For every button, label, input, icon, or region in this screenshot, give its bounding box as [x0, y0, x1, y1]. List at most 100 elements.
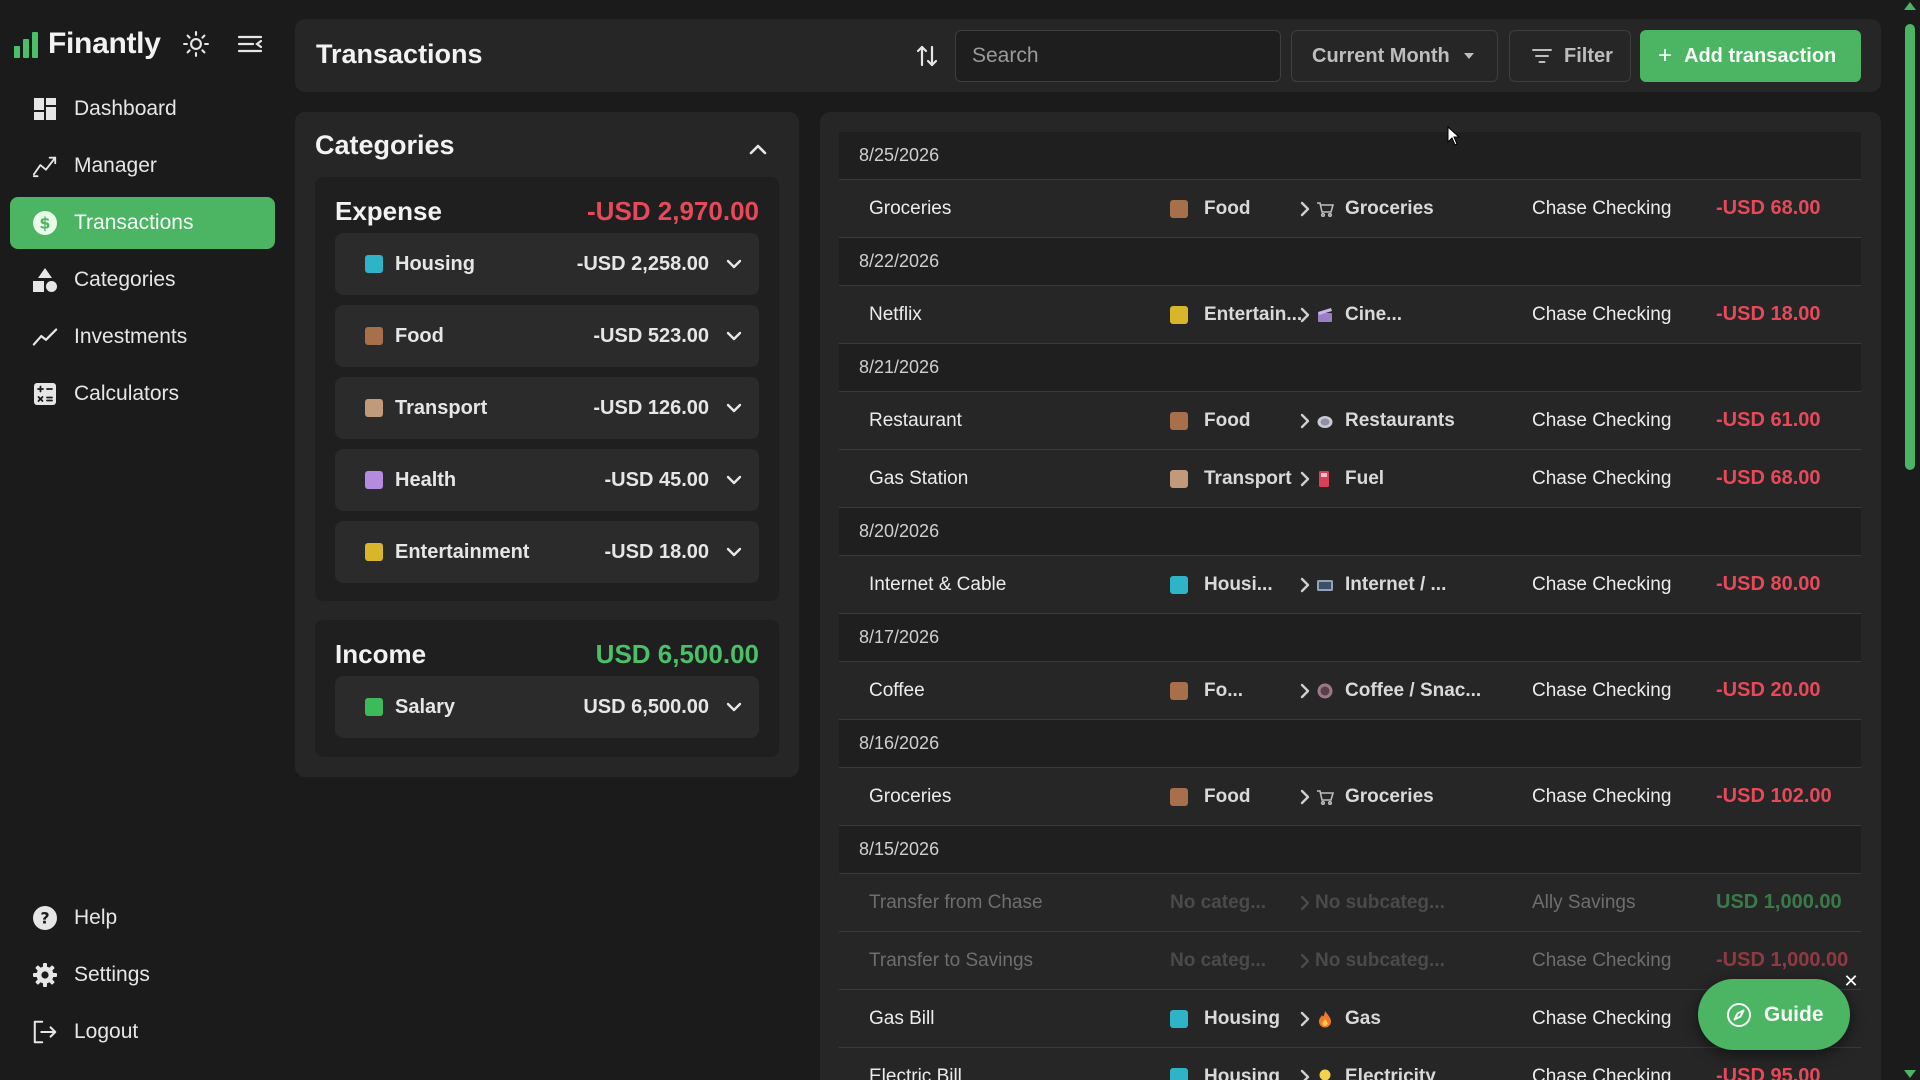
transaction-account: Ally Savings — [1532, 874, 1692, 931]
transaction-account: Chase Checking — [1532, 180, 1692, 237]
category-amount: -USD 18.00 — [604, 540, 710, 563]
brand[interactable]: Finantly — [14, 24, 161, 64]
nav-item-dashboard[interactable]: Dashboard — [10, 83, 275, 135]
nav-label: Transactions — [74, 211, 194, 234]
transaction-subcategory-text: Gas — [1345, 1007, 1381, 1029]
svg-text:?: ? — [40, 909, 49, 928]
transactions-panel: 8/25/2026 Groceries Food Groceries Chase… — [820, 112, 1881, 1080]
nav-item-manager[interactable]: Manager — [10, 140, 275, 192]
page-scrollbar[interactable] — [1900, 0, 1920, 1080]
chevron-down-icon[interactable] — [725, 399, 743, 417]
transaction-name: Gas Bill — [869, 990, 1139, 1047]
date-header: 8/20/2026 — [839, 508, 1861, 556]
transaction-subcategory-text: Fuel — [1345, 467, 1385, 489]
income-group: Income USD 6,500.00 Salary USD 6,500.00 — [315, 620, 779, 757]
filter-button[interactable]: Filter — [1509, 30, 1631, 82]
search-input[interactable] — [955, 30, 1281, 82]
transaction-subcategory-text: Cine... — [1345, 303, 1403, 325]
category-color-swatch — [1170, 199, 1188, 218]
transaction-name-text: Internet & Cable — [869, 573, 1007, 595]
category-row-salary[interactable]: Salary USD 6,500.00 — [335, 676, 759, 738]
nav-item-investments[interactable]: Investments — [10, 311, 275, 363]
nav-item-settings[interactable]: Settings — [10, 949, 275, 1001]
coffee-icon — [1315, 682, 1335, 700]
transaction-category-text: Housing — [1204, 1007, 1280, 1029]
page-header: Transactions Current Month Filter + Add … — [295, 19, 1881, 92]
nav-item-calculators[interactable]: Calculators — [10, 368, 275, 420]
cart-icon — [1315, 200, 1335, 218]
nav-item-transactions[interactable]: $ Transactions — [10, 197, 275, 249]
transaction-row[interactable]: Netflix Entertain... Cine... Chase Check… — [839, 286, 1861, 344]
category-row-food[interactable]: Food -USD 523.00 — [335, 305, 759, 367]
transaction-category-text: Transport — [1204, 467, 1292, 489]
nav-label: Help — [74, 906, 118, 929]
nav-item-categories[interactable]: Categories — [10, 254, 275, 306]
chevron-down-icon[interactable] — [725, 471, 743, 489]
category-color-swatch — [1170, 1009, 1188, 1028]
category-amount: -USD 523.00 — [593, 324, 709, 347]
guide-close-icon[interactable]: ✕ — [1840, 970, 1862, 992]
transaction-subcategory: Coffee / Snac... — [1315, 662, 1485, 719]
transaction-row[interactable]: Gas Station Transport Fuel Chase Checkin… — [839, 450, 1861, 508]
chevron-down-icon[interactable] — [725, 255, 743, 273]
transaction-row[interactable]: Coffee Fo... Coffee / Snac... Chase Chec… — [839, 662, 1861, 720]
chevron-down-icon[interactable] — [725, 327, 743, 345]
category-row-housing[interactable]: Housing -USD 2,258.00 — [335, 233, 759, 295]
nav-item-logout[interactable]: Logout — [10, 1006, 275, 1058]
category-row-entertainment[interactable]: Entertainment -USD 18.00 — [335, 521, 759, 583]
transaction-name: Groceries — [869, 768, 1139, 825]
transaction-category-text: Food — [1204, 197, 1251, 219]
scrollbar-thumb[interactable] — [1905, 24, 1915, 470]
category-row-health[interactable]: Health -USD 45.00 — [335, 449, 759, 511]
expense-label: Expense — [335, 195, 442, 226]
guide-label: Guide — [1764, 1002, 1824, 1026]
transaction-row[interactable]: Groceries Food Groceries Chase Checking … — [839, 180, 1861, 238]
nav-label: Settings — [74, 963, 150, 986]
transaction-amount-text: -USD 20.00 — [1716, 679, 1821, 701]
menu-collapse-icon — [237, 35, 263, 53]
transaction-account: Chase Checking — [1532, 768, 1692, 825]
transaction-row[interactable]: Transfer from Chase No categ... No subca… — [839, 874, 1861, 932]
scroll-down-arrow-icon[interactable] — [1904, 1070, 1916, 1078]
income-header: Income USD 6,500.00 — [335, 634, 759, 674]
transaction-category-text: No categ... — [1170, 949, 1267, 971]
category-row-transport[interactable]: Transport -USD 126.00 — [335, 377, 759, 439]
transaction-account: Chase Checking — [1532, 1048, 1692, 1080]
guide-button[interactable]: Guide — [1698, 979, 1850, 1050]
transaction-name: Electric Bill — [869, 1048, 1139, 1080]
transaction-row[interactable]: Restaurant Food Restaurants Chase Checki… — [839, 392, 1861, 450]
sun-icon — [183, 31, 209, 57]
category-color-swatch — [365, 471, 383, 489]
date-header: 8/25/2026 — [839, 132, 1861, 180]
transaction-name-text: Transfer to Savings — [869, 949, 1034, 971]
transaction-subcategory: Cine... — [1315, 286, 1485, 343]
transaction-subcategory: Fuel — [1315, 450, 1485, 507]
transaction-row[interactable]: Groceries Food Groceries Chase Checking … — [839, 768, 1861, 826]
theme-toggle-button[interactable] — [180, 28, 212, 60]
transaction-subcategory-text: Coffee / Snac... — [1345, 679, 1482, 701]
sort-button[interactable] — [910, 39, 944, 73]
chevron-down-icon[interactable] — [725, 698, 743, 716]
main-nav: Dashboard Manager $ Transactions Categor… — [10, 83, 275, 425]
nav-label: Dashboard — [74, 97, 177, 120]
scroll-up-arrow-icon[interactable] — [1904, 2, 1916, 10]
chevron-down-icon[interactable] — [725, 543, 743, 561]
transaction-row[interactable]: Electric Bill Housing Electricity Chase … — [839, 1048, 1861, 1080]
transaction-name-text: Gas Station — [869, 467, 969, 489]
category-name: Health — [395, 468, 457, 491]
dashboard-icon — [32, 96, 58, 122]
nav-label: Logout — [74, 1020, 139, 1043]
help-icon: ? — [32, 905, 58, 931]
transaction-row[interactable]: Internet & Cable Housi... Internet / ...… — [839, 556, 1861, 614]
income-label: Income — [335, 638, 427, 669]
period-select[interactable]: Current Month — [1291, 30, 1498, 82]
collapse-sidebar-button[interactable] — [234, 28, 266, 60]
nav-item-help[interactable]: ? Help — [10, 892, 275, 944]
add-transaction-button[interactable]: + Add transaction — [1640, 30, 1861, 82]
transaction-row[interactable]: Transfer to Savings No categ... No subca… — [839, 932, 1861, 990]
categories-collapse-button[interactable] — [743, 134, 773, 164]
transaction-amount-text: -USD 102.00 — [1716, 785, 1832, 807]
category-name: Salary — [395, 695, 456, 718]
date-header: 8/21/2026 — [839, 344, 1861, 392]
bulb-icon — [1315, 1068, 1335, 1080]
